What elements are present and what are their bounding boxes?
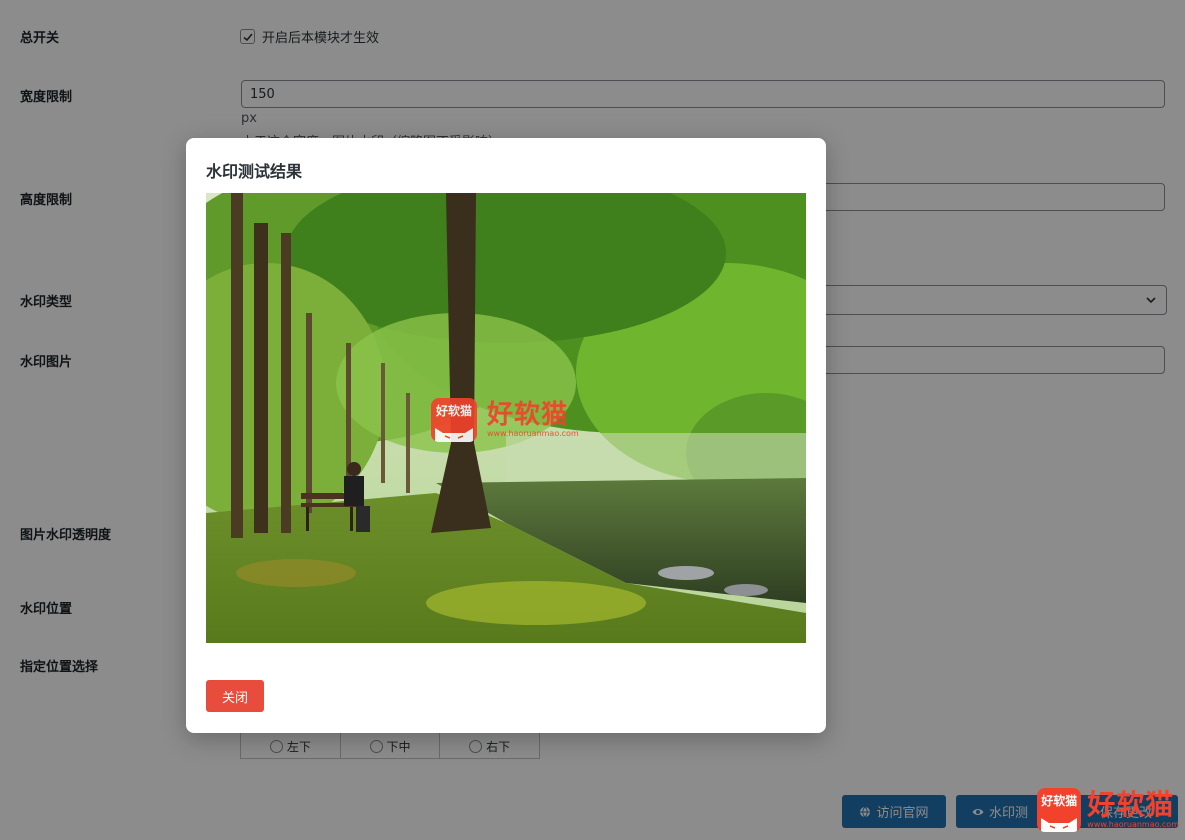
- cat-face-icon: [435, 428, 473, 442]
- brand-name: 好软猫: [1087, 788, 1175, 821]
- settings-page: 总开关 开启后本模块才生效 宽度限制 px 小于这个宽度，图片水印（缩略图不受影…: [0, 0, 1185, 840]
- watermark-overlay: 好软猫 好软猫 www.haoruanmao.com: [431, 398, 579, 442]
- modal-title: 水印测试结果: [206, 162, 303, 181]
- watermark-test-modal: 水印测试结果 好软猫 好软猫 www.haoruanmao.com 关闭: [186, 138, 826, 733]
- watermark-logo-text: 好软猫: [435, 404, 472, 418]
- watermark-preview-image: 好软猫 好软猫 www.haoruanmao.com: [206, 193, 806, 643]
- watermark-text: 好软猫: [487, 400, 569, 430]
- brand-logo-text: 好软猫: [1041, 794, 1078, 808]
- cat-face-icon: [1041, 818, 1078, 832]
- close-button[interactable]: 关闭: [206, 680, 264, 712]
- brand-watermark: 好软猫 好软猫 www.haoruanmao.com: [1037, 788, 1179, 832]
- brand-url: www.haoruanmao.com: [1087, 820, 1179, 829]
- watermark-url: www.haoruanmao.com: [487, 429, 579, 438]
- watermark-logo: 好软猫: [431, 398, 477, 442]
- brand-logo: 好软猫: [1037, 788, 1082, 832]
